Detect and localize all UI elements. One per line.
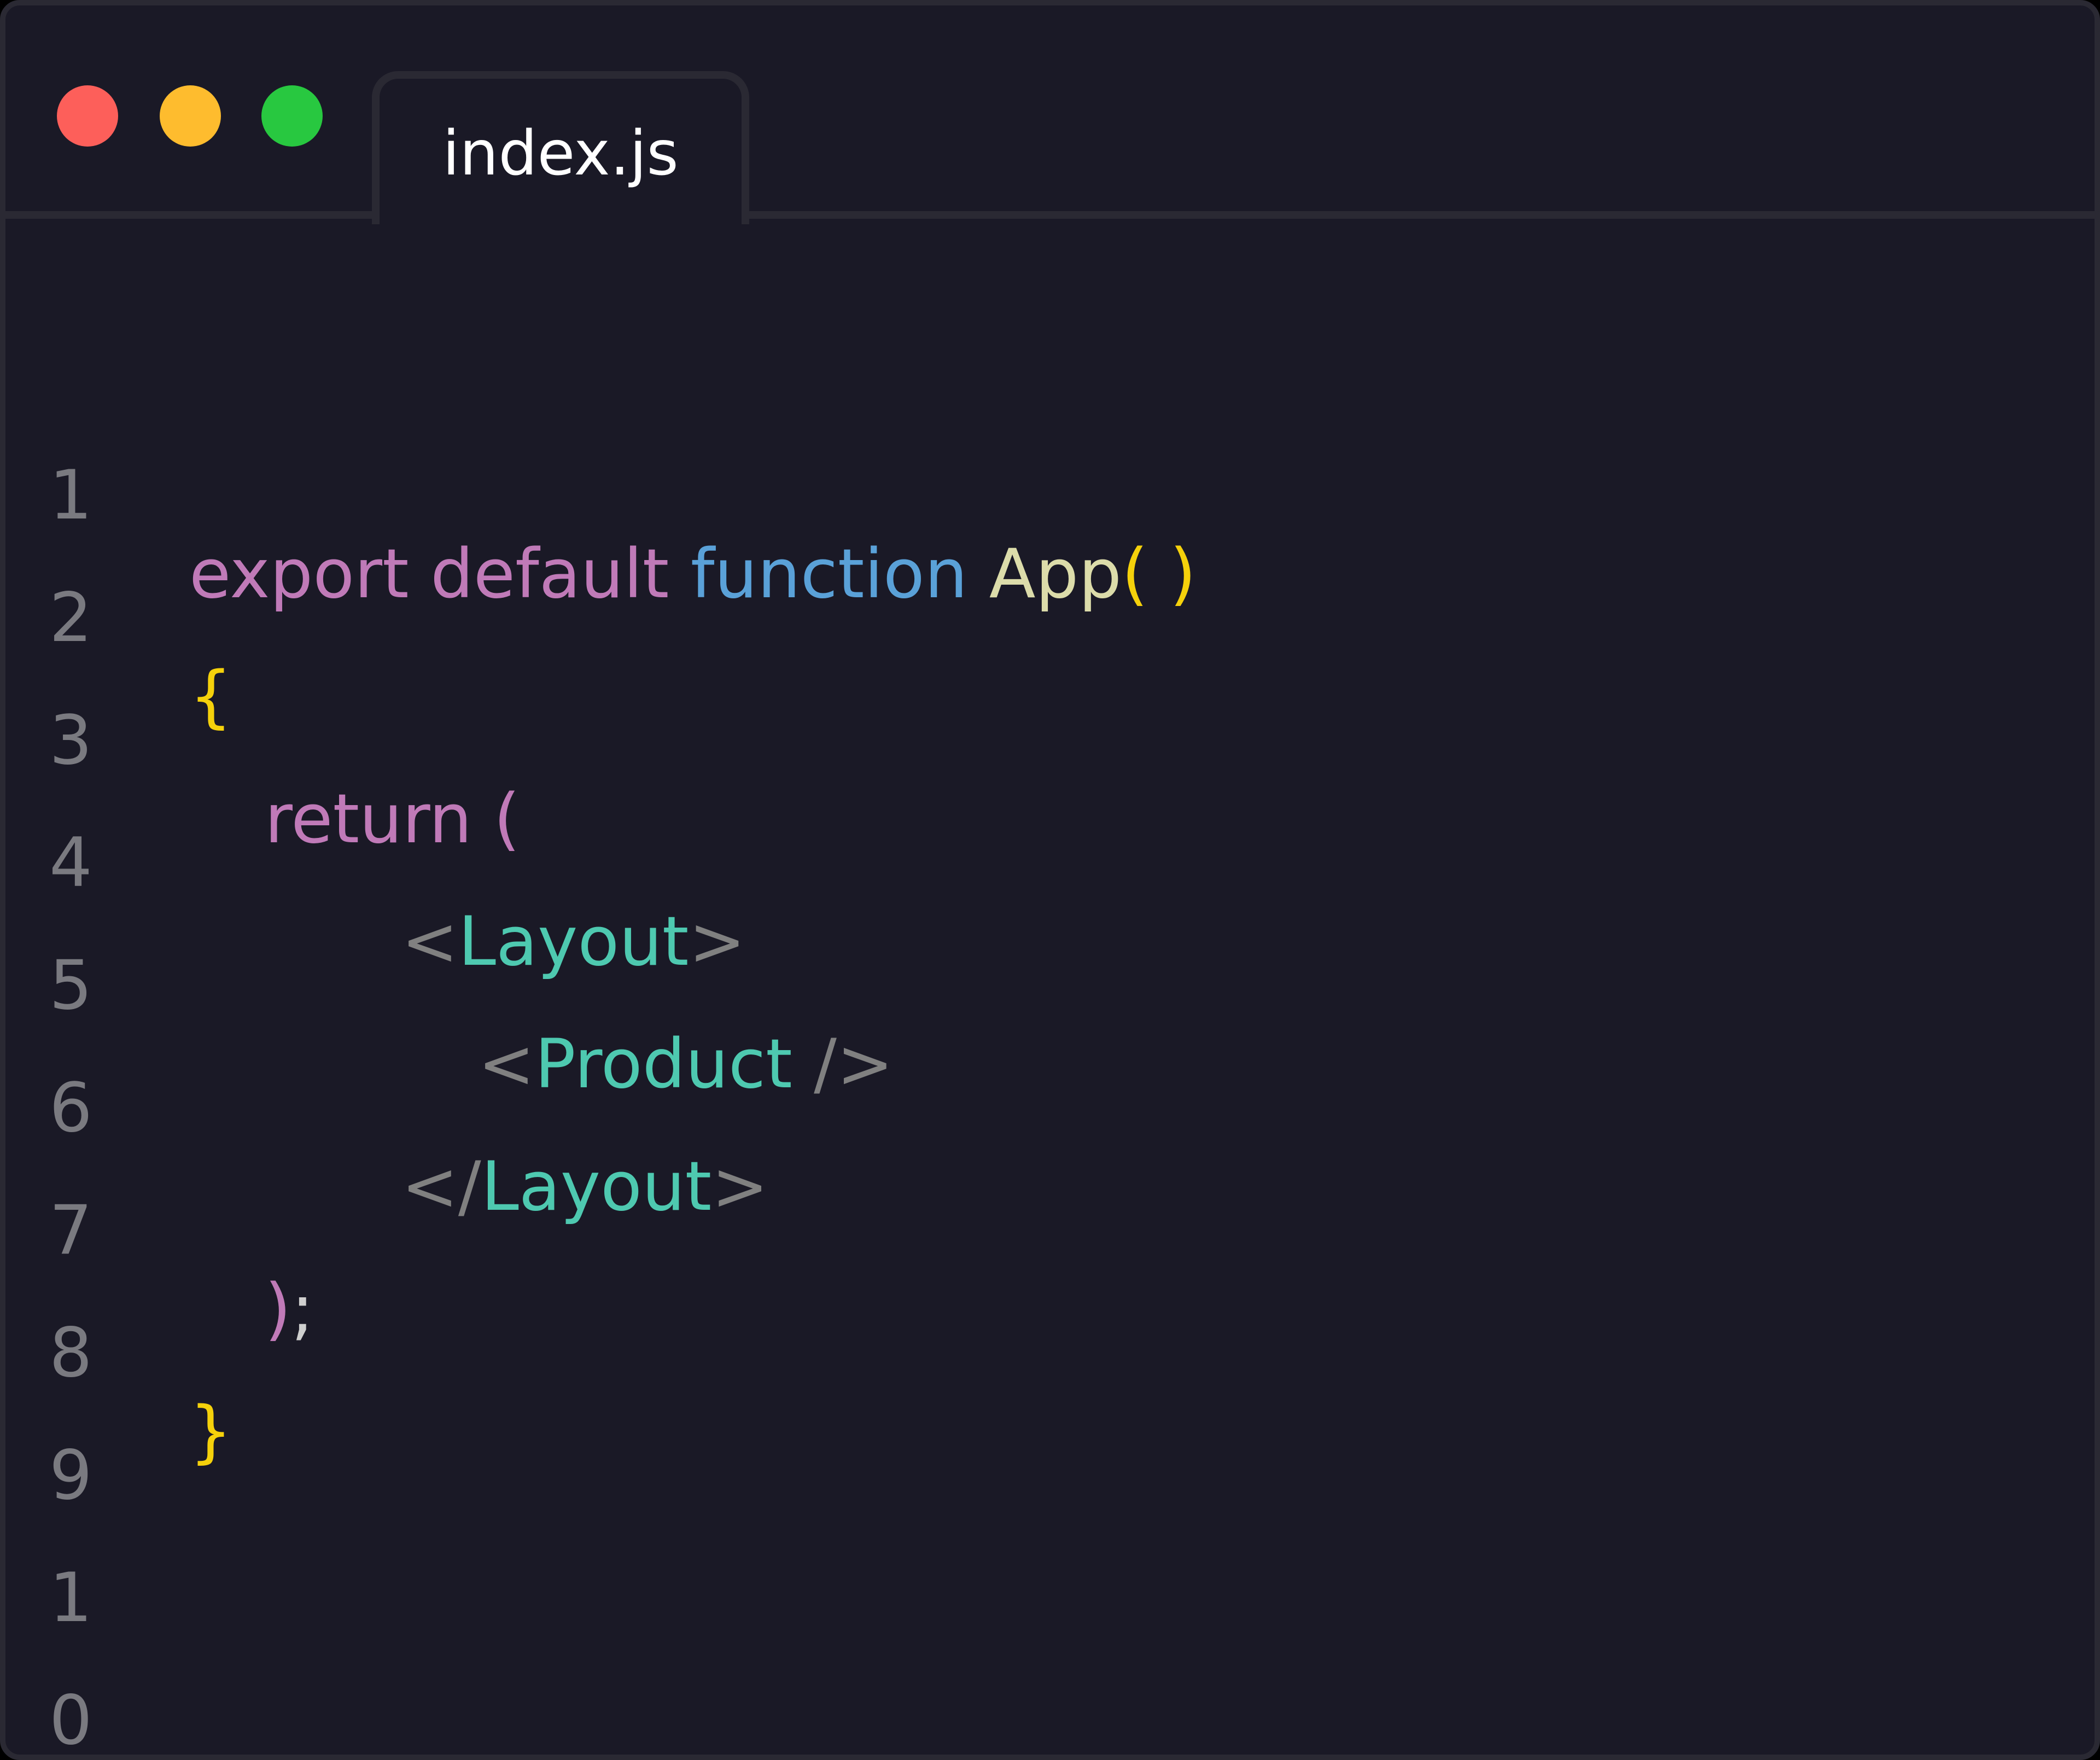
- editor-window: index.js 1 export default function App( …: [0, 0, 2100, 1760]
- tab-label: index.js: [442, 118, 679, 189]
- code-line: 9: [5, 1357, 2095, 1515]
- code-line: 6 </Layout>: [5, 990, 2095, 1226]
- code-line: 7 );: [5, 1112, 2095, 1349]
- code-line: 8 }: [5, 1235, 2095, 1471]
- line-number: 0: [49, 1681, 92, 1760]
- code-line: 1 export default function App( ): [5, 377, 2095, 614]
- tab-bar-divider: [5, 211, 2095, 219]
- close-window-button[interactable]: [57, 85, 118, 147]
- code-line: 3 return (: [5, 622, 2095, 859]
- code-line: 1: [5, 1480, 2095, 1637]
- code-line: 2 {: [5, 500, 2095, 736]
- tab-active-underlay: [380, 208, 742, 224]
- title-bar: index.js: [5, 5, 2095, 224]
- code-line: 4 <Layout>: [5, 745, 2095, 981]
- code-line: 0: [5, 1602, 2095, 1755]
- tab-index-js[interactable]: index.js: [372, 71, 749, 224]
- maximize-window-button[interactable]: [261, 85, 323, 147]
- minimize-window-button[interactable]: [160, 85, 221, 147]
- code-line: 5 <Product />: [5, 867, 2095, 1104]
